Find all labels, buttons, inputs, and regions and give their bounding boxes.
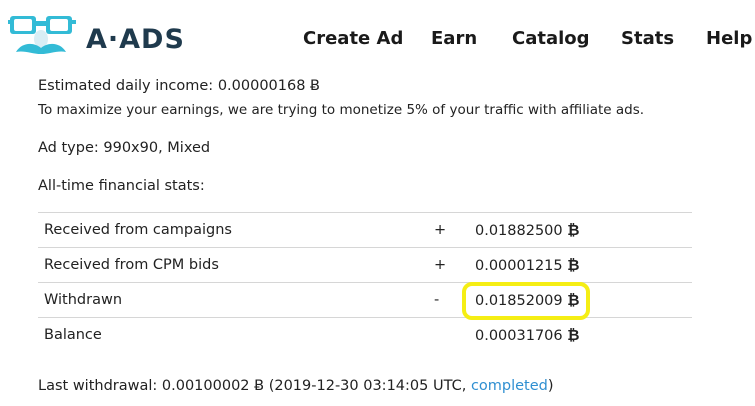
header: A·ADS Create Ad Earn Catalog Stats Help [0, 0, 755, 72]
stat-sign [434, 317, 472, 353]
stat-amount-value: 0.00031706 [475, 328, 563, 345]
income-label: Estimated daily income: [38, 78, 214, 94]
stat-label: Received from CPM bids [38, 247, 434, 283]
table-row: Withdrawn - 0.01852009 ₿ [38, 282, 692, 318]
stat-label: Withdrawn [38, 282, 434, 318]
stat-amount: 0.00031706 ₿ [472, 317, 692, 353]
stat-sign: + [434, 212, 472, 248]
stat-amount-value: 0.00001215 [475, 258, 563, 274]
stat-label: Received from campaigns [38, 212, 434, 248]
last-withdrawal-suffix: ) [547, 378, 554, 394]
bitcoin-icon: ₿ [567, 256, 580, 274]
stat-amount: 0.01882500 ₿ [472, 212, 692, 248]
stat-amount: 0.01852009 ₿ [472, 282, 692, 318]
estimated-daily-income: Estimated daily income: 0.00000168 Ƀ [38, 78, 320, 94]
withdrawal-status-link[interactable]: completed [471, 378, 548, 394]
stat-amount: 0.00001215 ₿ [472, 247, 692, 283]
stat-sign: - [434, 282, 472, 318]
financial-stats-title: All-time financial stats: [38, 178, 205, 194]
financial-stats-table: Received from campaigns + 0.01882500 ₿ R… [38, 212, 692, 353]
main-nav: Create Ad Earn Catalog Stats Help [0, 28, 755, 52]
last-withdrawal: Last withdrawal: 0.00100002 Ƀ (2019-12-3… [38, 378, 554, 394]
table-row: Balance 0.00031706 ₿ [38, 317, 692, 353]
stat-amount-value: 0.01882500 [475, 223, 563, 239]
ad-type: Ad type: 990x90, Mixed [38, 140, 211, 156]
stat-amount-value: 0.01852009 [475, 293, 563, 309]
table-row: Received from CPM bids + 0.00001215 ₿ [38, 247, 692, 283]
table-row: Received from campaigns + 0.01882500 ₿ [38, 212, 692, 248]
nav-earn[interactable]: Earn [431, 28, 477, 49]
nav-stats[interactable]: Stats [621, 28, 674, 49]
nav-create-ad[interactable]: Create Ad [303, 28, 403, 49]
last-withdrawal-text: Last withdrawal: 0.00100002 Ƀ (2019-12-3… [38, 378, 471, 394]
nav-help[interactable]: Help [706, 28, 752, 49]
bitcoin-icon: ₿ [567, 291, 580, 309]
affiliate-note: To maximize your earnings, we are trying… [38, 102, 645, 118]
income-value: 0.00000168 Ƀ [217, 78, 321, 94]
stat-sign: + [434, 247, 472, 283]
nav-catalog[interactable]: Catalog [512, 28, 590, 49]
stat-label: Balance [38, 317, 434, 353]
bitcoin-icon: ₿ [567, 326, 580, 345]
bitcoin-icon: ₿ [567, 221, 580, 239]
